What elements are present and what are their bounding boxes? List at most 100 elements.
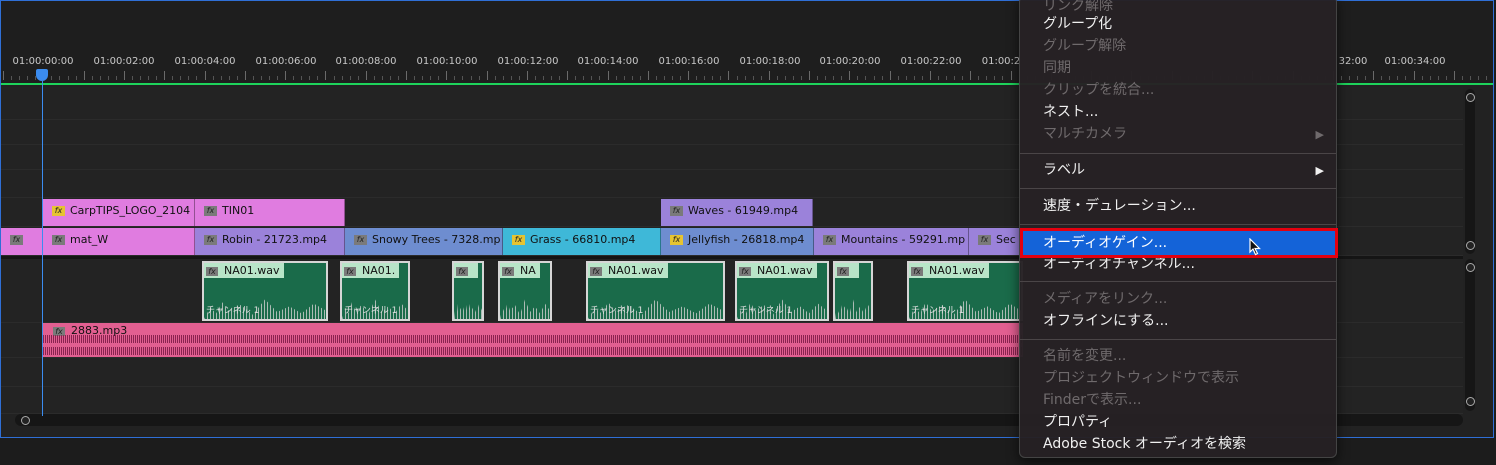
ruler-tick [1373,71,1375,80]
ruler-tick [252,76,254,80]
ruler-tick [1397,76,1399,80]
ruler-tick [938,76,939,80]
ruler-tick [107,76,109,80]
playhead-line [42,81,43,416]
ruler-tick [1421,76,1423,80]
ruler-tick [1381,76,1383,80]
ruler-tick [905,76,907,80]
audio-clip-header: fx NA01. [342,263,400,278]
ruler-tick [1365,76,1367,80]
audio-clip[interactable]: fx NA [498,261,552,321]
channel-label: チャンネル 1 [344,306,398,316]
timecode-label: 01:00:20:00 [819,56,881,67]
scroll-handle-icon[interactable] [1465,241,1475,250]
scroll-handle-icon[interactable] [1465,397,1475,406]
video-clip[interactable]: fx CarpTIPS_LOGO_2104 [43,199,195,226]
ruler-tick [986,76,988,80]
ruler-tick [196,76,198,80]
video-clip[interactable]: fx Grass - 66810.mp4 [503,228,661,255]
timecode-label: 01:00:04:00 [174,56,236,67]
timecode-label: 01:00:12:00 [497,56,559,67]
menu-item-speed-duration[interactable]: 速度・デュレーション... [1020,196,1336,217]
scroll-handle-icon[interactable] [21,415,30,425]
ruler-tick [389,76,391,80]
music-audio-clip[interactable]: fx 2883.mp3 [43,323,1023,357]
timecode-label: 01:00:2 [981,56,1021,67]
menu-item-synchronize[interactable]: 同期 [1020,58,1336,79]
menu-item-reveal-in-finder[interactable]: Finderで表示... [1020,390,1336,411]
ruler-tick [712,76,714,80]
menu-item-reveal-in-project[interactable]: プロジェクトウィンドウで表示 [1020,368,1336,389]
menu-item-properties[interactable]: プロパティ [1020,412,1336,433]
audio-clip[interactable]: fx NA01.wav チャンネル 1 [907,261,1023,321]
clip-name: Grass - 66810.mp4 [530,233,636,246]
ruler-tick [478,76,480,80]
ruler-tick [559,76,561,80]
playhead-handle[interactable] [36,69,48,81]
menu-separator [1020,188,1336,189]
video-clip[interactable]: fx mat_W [43,228,195,255]
video-clip[interactable]: fx [1,228,43,255]
ruler-tick [954,76,956,80]
scroll-handle-icon[interactable] [1465,263,1475,272]
audio-clip[interactable]: fx NA01. チャンネル 1 [340,261,410,321]
ruler-tick [140,76,141,80]
menu-item-ungroup[interactable]: グループ解除 [1020,36,1336,57]
menu-item-merge-clips[interactable]: クリップを統合... [1020,80,1336,101]
clip-name: TIN01 [222,204,255,217]
ruler-tick [75,76,77,80]
menu-separator [1020,339,1336,340]
ruler-tick [663,76,665,80]
timecode-label: 01:00:02:00 [93,56,155,67]
audio-clip[interactable]: fx [452,261,484,321]
menu-item-multicamera[interactable]: マルチカメラ ▶ [1020,124,1336,145]
scroll-handle-icon[interactable] [1465,93,1475,102]
fx-badge-icon: fx [204,206,217,216]
ruler-tick [260,76,262,80]
audio-clip[interactable]: fx NA01.wav チャンネル 1 [202,261,328,321]
audio-clip[interactable]: fx NA01.wav チャンネル 1 [586,261,725,321]
audio-clip[interactable]: fx NA01.wav チャンネル 1 [735,261,829,321]
fx-badge-icon: fx [911,267,923,276]
waveform [43,335,1023,343]
video-clip[interactable]: fx Robin - 21723.mp4 [195,228,345,255]
ruler-tick [591,76,593,80]
video-clip[interactable]: fx Sec [969,228,1021,255]
ruler-tick [349,76,351,80]
menu-item-link-media[interactable]: メディアをリンク... [1020,289,1336,310]
ruler-tick [752,76,754,80]
audio-tracks-scrollbar[interactable] [1465,259,1475,411]
menu-item-group[interactable]: グループ化 [1020,14,1336,35]
timecode-label: 01:00:14:00 [577,56,639,67]
ruler-tick [889,71,891,80]
ruler-tick [317,76,319,80]
clip-name: NA01.wav [929,264,985,277]
video-clip[interactable]: fx Jellyfish - 26818.mp4 [661,228,814,255]
ruler-tick [406,71,407,80]
menu-item-nest[interactable]: ネスト... [1020,102,1336,123]
menu-item-search-adobe-stock-audio[interactable]: Adobe Stock オーディオを検索 [1020,434,1336,455]
menu-item-make-offline[interactable]: オフラインにする... [1020,311,1336,332]
video-clip[interactable]: fx Waves - 61949.mp4 [661,199,813,226]
fx-badge-icon: fx [823,235,836,245]
ruler-tick [849,71,851,80]
ruler-tick [228,76,230,80]
clip-name: NA01.wav [608,264,664,277]
ruler-tick [333,76,335,80]
video-tracks-scrollbar[interactable] [1465,89,1475,254]
ruler-tick [1469,76,1471,80]
fx-badge-icon: fx [52,235,65,245]
ruler-tick [535,76,536,80]
menu-item-label[interactable]: ラベル ▶ [1020,160,1336,181]
ruler-tick [688,71,690,80]
ruler-tick [696,76,698,80]
channel-label: チャンネル 1 [206,306,260,316]
video-clip[interactable]: fx TIN01 [195,199,345,226]
menu-item-rename[interactable]: 名前を変更... [1020,346,1336,367]
ruler-tick [518,76,520,80]
video-clip[interactable]: fx Snowy Trees - 7328.mp [345,228,503,255]
fx-badge-icon: fx [206,267,218,276]
video-clip[interactable]: fx Mountains - 59291.mp [814,228,969,255]
audio-clip[interactable]: fx [833,261,873,321]
ruler-tick [551,76,553,80]
